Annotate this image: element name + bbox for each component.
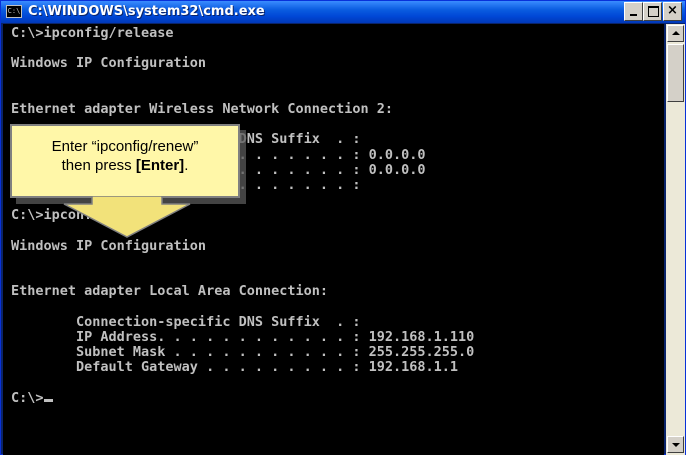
title-bar[interactable]: C:\ C:\WINDOWS\system32\cmd.exe × bbox=[1, 1, 685, 23]
scroll-down-button[interactable] bbox=[667, 436, 684, 453]
window-title: C:\WINDOWS\system32\cmd.exe bbox=[28, 4, 265, 19]
minimize-button[interactable] bbox=[624, 2, 643, 21]
minimize-icon bbox=[630, 14, 637, 16]
callout-arrow-shape bbox=[63, 196, 191, 238]
instruction-callout: Enter “ipconfig/renew” then press [Enter… bbox=[10, 124, 240, 198]
callout-key: [Enter] bbox=[135, 157, 185, 174]
scroll-thumb[interactable] bbox=[667, 44, 684, 102]
cmd-icon[interactable]: C:\ bbox=[6, 5, 22, 18]
close-icon: × bbox=[667, 3, 678, 18]
maximize-icon bbox=[648, 6, 659, 17]
maximize-button[interactable] bbox=[643, 2, 662, 21]
console-output[interactable]: C:\>ipconfig/release Windows IP Configur… bbox=[3, 24, 664, 455]
scroll-up-button[interactable] bbox=[667, 25, 684, 42]
arrow-up-icon bbox=[672, 31, 680, 35]
callout-line-2: then press [Enter]. bbox=[12, 157, 238, 174]
callout-prefix: then press bbox=[61, 157, 136, 174]
text-cursor bbox=[43, 398, 53, 402]
vertical-scrollbar[interactable] bbox=[666, 24, 685, 455]
arrow-down-icon bbox=[672, 443, 680, 447]
close-button[interactable]: × bbox=[663, 2, 682, 21]
callout-suffix: . bbox=[184, 157, 189, 174]
callout-line-1: Enter “ipconfig/renew” bbox=[51, 138, 199, 155]
callout-arrow bbox=[63, 196, 191, 238]
